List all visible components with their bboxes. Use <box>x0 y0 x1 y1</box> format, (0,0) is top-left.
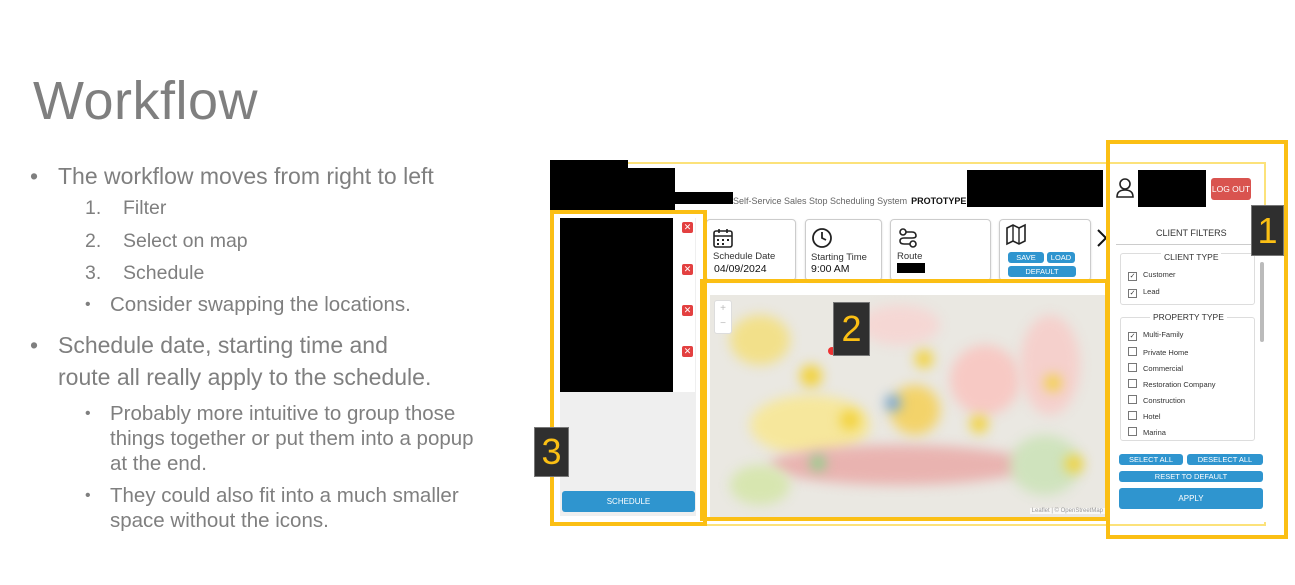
step-text: Schedule <box>123 262 205 284</box>
starting-time-label: Starting Time <box>811 252 867 263</box>
clock-icon <box>812 228 832 248</box>
bullet-schedule-date: Schedule date, starting time androute al… <box>30 329 520 393</box>
sub-bullet-group: Probably more intuitive to group thoseth… <box>30 401 520 476</box>
map-icon <box>1006 223 1026 246</box>
route-card[interactable]: Route <box>890 219 991 281</box>
route-label: Route <box>897 251 923 262</box>
default-route-button[interactable]: DEFAULT <box>1008 266 1076 277</box>
step-text: Filter <box>123 197 167 219</box>
schedule-date-value: 04/09/2024 <box>714 263 767 275</box>
sub-bullet-smaller: They could also fit into a much smallers… <box>30 483 520 533</box>
route-actions-card: SAVE LOAD DEFAULT <box>999 219 1091 281</box>
bullet-workflow: The workflow moves from right to left <box>30 160 520 192</box>
badge-schedule-step: 3 <box>534 427 569 477</box>
step-number: 1. <box>85 197 102 219</box>
highlight-schedule <box>550 210 707 526</box>
step-text: Select on map <box>123 229 248 252</box>
slide-title: Workflow <box>33 71 259 131</box>
system-name: Self-Service Sales Stop Scheduling Syste… <box>733 196 967 206</box>
step-number: 2. <box>85 229 102 252</box>
sub-bullet-swap: Consider swapping the locations. <box>30 292 520 317</box>
redacted-block <box>628 168 675 210</box>
schedule-date-card[interactable]: Schedule Date 04/09/2024 <box>706 219 796 281</box>
step-item: 3. Schedule <box>30 257 520 290</box>
badge-map-step: 2 <box>833 302 870 356</box>
step-number: 3. <box>85 262 102 284</box>
prototype-label: PROTOTYPE <box>911 196 967 206</box>
starting-time-card[interactable]: Starting Time 9:00 AM <box>805 219 882 281</box>
schedule-date-label: Schedule Date <box>713 251 776 262</box>
calendar-icon <box>713 229 733 248</box>
step-item: 1. Filter <box>30 192 520 225</box>
redacted-logo <box>550 160 628 210</box>
bullet-list: The workflow moves from right to left 1.… <box>30 160 520 533</box>
highlight-map <box>700 279 1109 521</box>
load-route-button[interactable]: LOAD <box>1047 252 1075 263</box>
highlight-filters <box>1106 140 1288 539</box>
redacted-block <box>967 170 1103 207</box>
badge-filter-step: 1 <box>1251 205 1284 256</box>
redacted-block <box>675 192 733 204</box>
save-route-button[interactable]: SAVE <box>1008 252 1044 263</box>
starting-time-value: 9:00 AM <box>811 263 850 275</box>
route-icon <box>899 228 917 248</box>
step-item: 2. Select on map <box>30 225 520 258</box>
redacted-route-value <box>897 263 925 273</box>
